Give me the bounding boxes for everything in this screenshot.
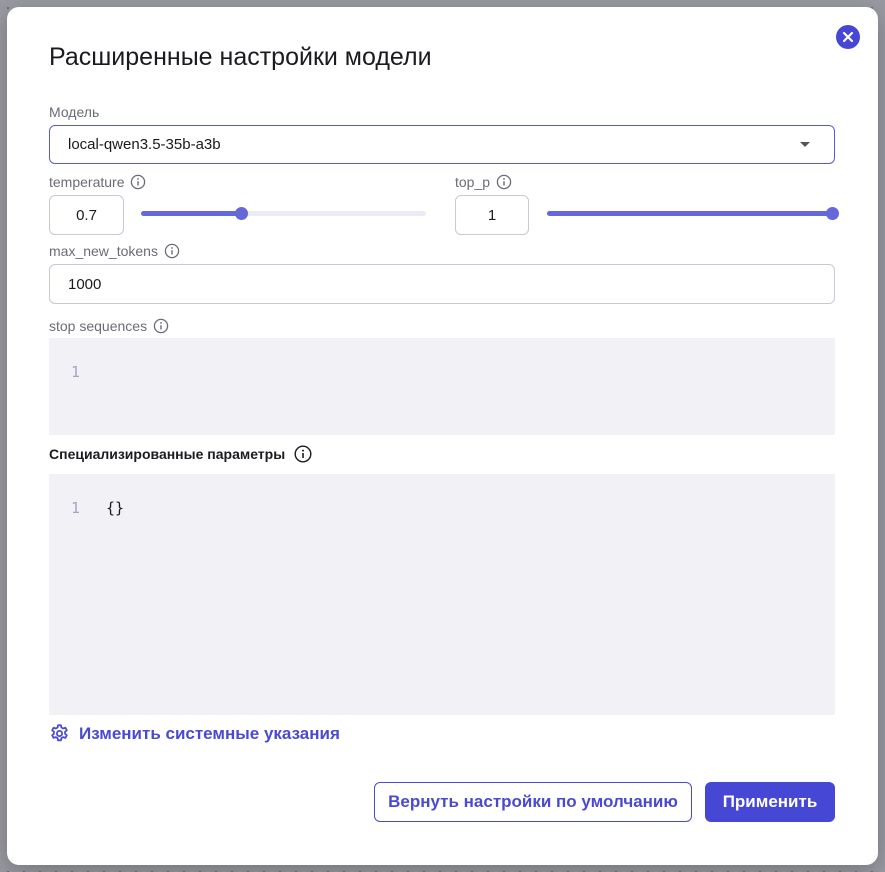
reset-defaults-button[interactable]: Вернуть настройки по умолчанию (374, 782, 692, 822)
model-label: Модель (49, 104, 99, 120)
advanced-model-settings-dialog: Расширенные настройки модели Модель loca… (7, 7, 878, 865)
temperature-slider-thumb[interactable] (234, 207, 248, 220)
close-icon (842, 31, 854, 43)
model-select[interactable]: local-qwen3.5-35b-a3b (49, 125, 835, 164)
caret-down-icon (800, 142, 810, 147)
max-new-tokens-input[interactable]: 1000 (49, 264, 835, 304)
apply-button[interactable]: Применить (705, 782, 835, 822)
model-select-value: local-qwen3.5-35b-a3b (68, 136, 221, 153)
info-icon[interactable] (294, 445, 312, 463)
info-icon[interactable] (130, 174, 146, 190)
close-button[interactable] (836, 25, 860, 49)
temperature-input[interactable]: 0.7 (49, 195, 124, 235)
edit-system-prompt-label: Изменить системные указания (79, 723, 340, 743)
edit-system-prompt-link[interactable]: Изменить системные указания (49, 723, 340, 744)
top-p-slider-thumb[interactable] (826, 207, 839, 220)
top-p-label-text: top_p (455, 174, 491, 190)
specialized-params-code: {} (106, 499, 125, 517)
top-p-slider[interactable] (547, 206, 839, 222)
specialized-params-label-text: Специализированные параметры (49, 446, 286, 462)
temperature-label-text: temperature (49, 174, 125, 190)
info-icon[interactable] (496, 174, 512, 190)
top-p-input[interactable]: 1 (455, 195, 529, 235)
info-icon[interactable] (164, 243, 180, 259)
specialized-params-label: Специализированные параметры (49, 445, 312, 463)
stop-sequences-editor[interactable]: 1 (49, 338, 835, 435)
top-p-label: top_p (455, 174, 512, 190)
max-new-tokens-label: max_new_tokens (49, 243, 180, 259)
line-number: 1 (71, 363, 81, 381)
max-new-tokens-label-text: max_new_tokens (49, 243, 158, 259)
stop-sequences-label-text: stop sequences (49, 318, 148, 334)
line-number: 1 (71, 499, 81, 517)
stop-sequences-label: stop sequences (49, 318, 169, 334)
max-new-tokens-value: 1000 (68, 275, 102, 293)
specialized-params-editor[interactable]: 1 {} (49, 474, 835, 715)
temperature-slider-fill (141, 211, 241, 216)
dialog-title: Расширенные настройки модели (49, 43, 432, 71)
top-p-slider-fill (547, 211, 832, 216)
info-icon[interactable] (153, 318, 169, 334)
model-label-text: Модель (49, 104, 100, 120)
gear-icon (51, 724, 68, 742)
temperature-label: temperature (49, 174, 146, 190)
temperature-slider[interactable] (141, 206, 426, 222)
